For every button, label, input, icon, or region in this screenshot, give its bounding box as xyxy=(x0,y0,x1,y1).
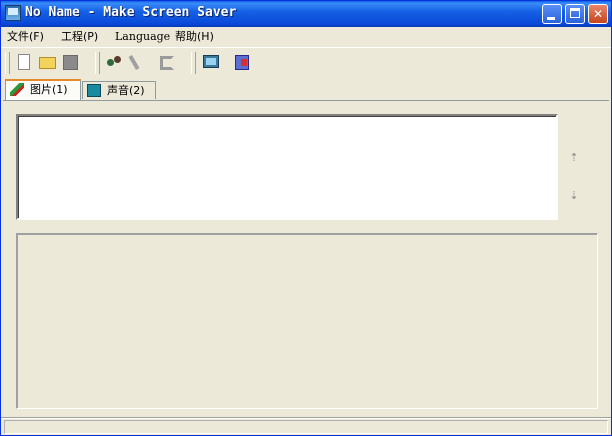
add-image-button[interactable] xyxy=(104,52,126,74)
wand-icon xyxy=(128,55,140,70)
tab-pictures[interactable]: 图片(1) xyxy=(5,79,81,100)
image-list[interactable] xyxy=(16,114,558,220)
preview-panel xyxy=(16,233,598,409)
open-folder-icon xyxy=(39,57,56,69)
save-icon xyxy=(63,55,78,70)
minimize-button[interactable] xyxy=(542,4,562,24)
export-icon xyxy=(235,55,249,70)
save-button[interactable] xyxy=(60,52,82,74)
maximize-icon xyxy=(570,8,580,18)
preview-button[interactable] xyxy=(200,52,222,74)
monitor-icon xyxy=(203,55,219,68)
export-button[interactable] xyxy=(231,52,253,74)
status-pane xyxy=(4,420,608,434)
close-button[interactable]: ✕ xyxy=(588,4,608,24)
move-up-button[interactable]: ⇡ xyxy=(567,151,581,171)
menu-help[interactable]: 帮助(H) xyxy=(175,29,214,45)
window-title: No Name - Make Screen Saver xyxy=(25,5,237,20)
status-bar xyxy=(1,417,611,436)
move-down-button[interactable]: ⇣ xyxy=(567,189,581,209)
wand-button[interactable] xyxy=(127,52,149,74)
new-file-icon xyxy=(18,54,30,70)
toolbar xyxy=(1,48,611,78)
sound-icon xyxy=(87,84,101,97)
new-button[interactable] xyxy=(14,52,36,74)
tool-button[interactable] xyxy=(156,52,178,74)
maximize-button[interactable] xyxy=(565,4,585,24)
tab-sound[interactable]: 声音(2) xyxy=(82,81,156,99)
menu-language[interactable]: Language xyxy=(115,29,170,45)
toolbar-separator xyxy=(95,52,100,74)
brush-icon xyxy=(10,83,24,96)
minimize-icon xyxy=(547,17,555,20)
menu-file[interactable]: 文件(F) xyxy=(7,29,44,45)
menu-bar: 文件(F) 工程(P) Language 帮助(H) xyxy=(1,27,611,47)
title-bar[interactable]: No Name - Make Screen Saver ✕ xyxy=(1,1,611,27)
arrow-up-icon: ⇡ xyxy=(569,151,579,164)
toolbar-separator xyxy=(191,52,196,74)
app-icon[interactable] xyxy=(5,5,21,21)
tab-label: 图片(1) xyxy=(30,83,68,96)
menu-project[interactable]: 工程(P) xyxy=(61,29,98,45)
close-icon: ✕ xyxy=(592,7,604,21)
people-icon xyxy=(107,56,122,68)
open-button[interactable] xyxy=(37,52,59,74)
toolbar-grip[interactable] xyxy=(5,52,10,74)
tab-strip: 图片(1) 声音(2) xyxy=(1,79,611,101)
app-window: No Name - Make Screen Saver ✕ 文件(F) 工程(P… xyxy=(0,0,612,436)
arrow-down-icon: ⇣ xyxy=(569,189,579,202)
tool-icon xyxy=(160,56,174,70)
tab-label: 声音(2) xyxy=(107,84,145,97)
